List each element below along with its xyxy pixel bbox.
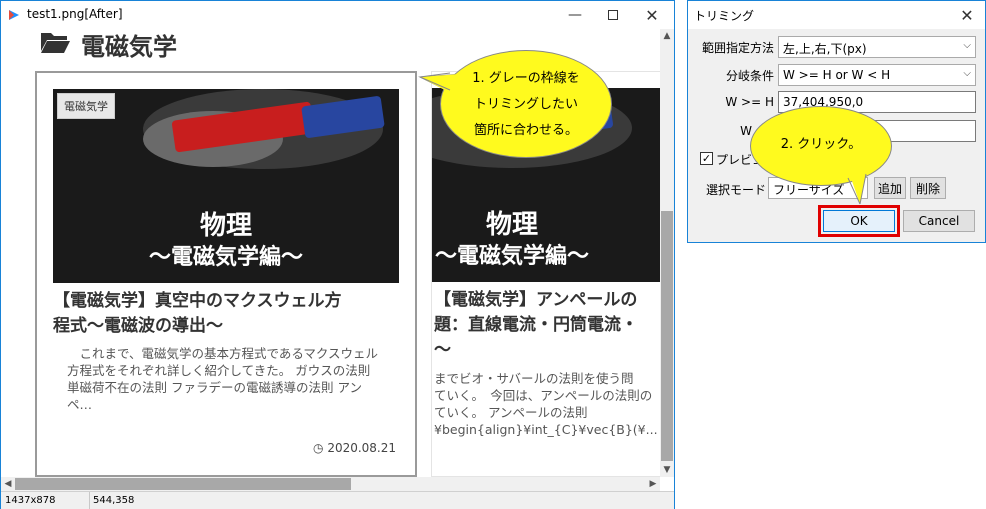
- thumbnail-subtitle: ～電磁気学編～: [434, 244, 589, 269]
- minimize-icon: —: [568, 7, 582, 23]
- image-size-readout: 1437x878: [5, 495, 56, 506]
- select-mode-label: 選択モード: [705, 183, 766, 197]
- range-method-label: 範囲指定方法: [701, 41, 774, 55]
- range-method-select[interactable]: 左,上,右,下(px) ⌵: [778, 36, 976, 58]
- category-heading: 電磁気学: [81, 33, 177, 61]
- viewer-titlebar: test1.png[After] — ✕: [1, 1, 674, 29]
- delete-button[interactable]: 削除: [910, 177, 946, 199]
- close-icon: ✕: [645, 5, 659, 25]
- card-title-line[interactable]: 〜: [434, 338, 451, 363]
- close-icon: ✕: [960, 5, 974, 25]
- clock-icon: ◷: [313, 441, 324, 455]
- card-thumbnail: 物理 ～電磁気学編～ 電磁気学: [53, 89, 399, 283]
- folder-open-icon: [41, 33, 70, 53]
- branch-condition-label: 分岐条件: [725, 69, 774, 83]
- preview-checkbox[interactable]: ✓: [700, 152, 713, 165]
- chevron-down-icon: ⌵: [963, 68, 971, 79]
- maximize-icon: [608, 10, 618, 20]
- dialog-title: トリミング: [694, 9, 755, 23]
- scroll-left-icon[interactable]: ◀: [1, 477, 15, 491]
- vertical-scroll-thumb[interactable]: [661, 211, 673, 461]
- callout-text: 2. クリック。: [780, 137, 862, 152]
- card-excerpt-line: 方程式をそれぞれ詳しく紹介してきた。 ガウスの法則: [67, 363, 371, 378]
- card-excerpt-line: までビオ・サバールの法則を使う問: [434, 371, 634, 386]
- chevron-down-icon: ⌵: [963, 40, 971, 51]
- maximize-button[interactable]: [596, 1, 630, 29]
- dialog-close-button[interactable]: ✕: [950, 1, 984, 29]
- callout-text: 1. グレーの枠線を: [472, 71, 580, 86]
- card-excerpt-line: ていく。 アンペールの法則: [434, 405, 588, 420]
- card-title-line[interactable]: 【電磁気学】アンペールの: [434, 288, 637, 313]
- window-title: test1.png[After]: [27, 7, 123, 21]
- thumbnail-title: 物理: [199, 211, 252, 241]
- article-card[interactable]: 物理 ～電磁気学編～ 電磁気学 【電磁気学】真空中のマクスウェル方 程式〜電磁波…: [35, 71, 417, 477]
- date-text: 2020.08.21: [327, 441, 397, 455]
- thumbnail-subtitle: ～電磁気学編～: [148, 245, 303, 270]
- card-excerpt-line: ていく。 今回は、アンペールの法則の: [434, 388, 653, 403]
- scroll-up-icon[interactable]: ▲: [660, 29, 674, 43]
- thumbnail-title: 物理: [485, 210, 538, 240]
- card-excerpt-line: これまで、電磁気学の基本方程式であるマクスウェル: [67, 346, 379, 361]
- ok-button[interactable]: OK: [823, 210, 895, 232]
- card-excerpt-line: 単磁荷不在の法則 ファラデーの電磁誘導の法則 アン: [67, 380, 362, 395]
- callout-tail: [846, 164, 868, 205]
- cancel-button[interactable]: Cancel: [903, 210, 975, 232]
- status-bar: 1437x878 544,358: [1, 491, 674, 509]
- status-divider: [89, 492, 90, 509]
- callout-text: 箇所に合わせる。: [473, 123, 578, 138]
- category-badge[interactable]: 電磁気学: [57, 93, 115, 119]
- card-title-line[interactable]: 題：直線電流・円筒電流・: [434, 313, 638, 338]
- w-ge-h-label: W >= H: [725, 95, 774, 109]
- w-lt-h-label: W: [740, 124, 752, 138]
- range-method-value: 左,上,右,下(px): [783, 42, 867, 56]
- scroll-right-icon[interactable]: ▶: [646, 477, 660, 491]
- card-title-line[interactable]: 【電磁気学】真空中のマクスウェル方: [53, 289, 342, 314]
- dialog-titlebar: トリミング ✕: [688, 1, 985, 29]
- callout-text: トリミングしたい: [473, 97, 578, 112]
- scroll-down-icon[interactable]: ▼: [660, 463, 674, 477]
- app-icon: [9, 10, 19, 20]
- branch-condition-value: W >= H or W < H: [783, 68, 891, 82]
- card-excerpt-line: ¥begin{align}¥int_{C}¥vec{B}(¥...: [434, 422, 658, 437]
- card-date: ◷ 2020.08.21: [313, 441, 396, 455]
- minimize-button[interactable]: —: [558, 1, 592, 29]
- branch-condition-select[interactable]: W >= H or W < H ⌵: [778, 64, 976, 86]
- close-button[interactable]: ✕: [635, 1, 669, 29]
- cursor-coords-readout: 544,358: [93, 495, 135, 506]
- card-excerpt-line: ペ…: [67, 397, 93, 412]
- horizontal-scroll-thumb[interactable]: [15, 478, 351, 490]
- card-title-line[interactable]: 程式〜電磁波の導出〜: [53, 314, 223, 339]
